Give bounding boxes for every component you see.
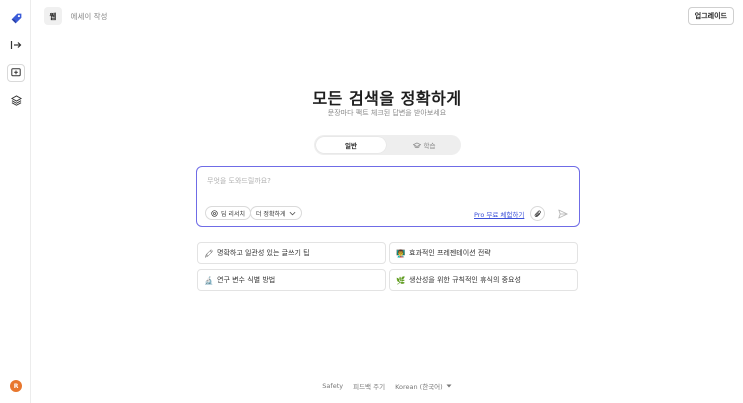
search-input[interactable]	[207, 177, 507, 185]
tab-essay[interactable]: 에세이 작성	[68, 7, 110, 25]
chevron-down-icon	[289, 211, 295, 215]
search-box: 딥 리서치 더 정확하게 Pro 무료 체험하기	[196, 166, 580, 227]
avatar[interactable]: R	[10, 380, 22, 392]
send-icon	[557, 209, 568, 218]
mode-switch: 일반 학습	[314, 135, 461, 155]
layers-icon[interactable]	[7, 91, 25, 109]
suggestion-label: 연구 변수 식별 방법	[217, 276, 276, 284]
avatar-letter: R	[13, 382, 19, 390]
mode-general-label: 일반	[345, 142, 357, 150]
mode-study-label: 학습	[423, 142, 436, 150]
caret-down-icon	[446, 384, 452, 388]
deep-research-icon	[211, 209, 218, 217]
send-button[interactable]	[555, 206, 570, 221]
precision-dropdown[interactable]: 더 정확하게	[250, 206, 302, 220]
mode-study[interactable]: 학습	[389, 137, 459, 153]
suggestion-productivity-rest[interactable]: 🌿 생산성을 위한 규칙적인 휴식의 중요성	[389, 269, 578, 291]
sidebar: R	[0, 0, 31, 403]
paperclip-icon	[534, 210, 541, 217]
teacher-icon: 👨‍🏫	[396, 248, 406, 258]
safety-link[interactable]: Safety	[322, 381, 343, 391]
tab-essay-label: 에세이 작성	[70, 11, 108, 21]
tab-web-label: 웹	[49, 11, 57, 21]
language-label: Korean (한국어)	[395, 383, 443, 391]
suggestion-research-variables[interactable]: 🔬 연구 변수 식별 방법	[197, 269, 386, 291]
deep-research-label: 딥 리서치	[221, 210, 245, 218]
language-select[interactable]: Korean (한국어)	[395, 381, 452, 391]
rocket-logo-icon[interactable]	[7, 9, 25, 27]
tab-web[interactable]: 웹	[44, 7, 62, 25]
suggestion-label: 생산성을 위한 규칙적인 휴식의 중요성	[409, 276, 521, 284]
page-title: 모든 검색을 정확하게	[312, 89, 462, 108]
footer: Safety 피드백 주기 Korean (한국어)	[31, 381, 743, 391]
top-bar: 웹 에세이 작성 업그레이드	[31, 0, 743, 32]
deep-research-button[interactable]: 딥 리서치	[205, 206, 251, 220]
crayon-icon: 🖍	[204, 248, 214, 258]
suggestion-presentation[interactable]: 👨‍🏫 효과적인 프레젠테이션 전략	[389, 242, 578, 264]
upgrade-label: 업그레이드	[694, 12, 727, 20]
pro-trial-link[interactable]: Pro 무료 체험하기	[474, 209, 524, 219]
suggestion-label: 효과적인 프레젠테이션 전략	[409, 249, 491, 257]
suggestion-writing-tips[interactable]: 🖍 명확하고 일관성 있는 글쓰기 팁	[197, 242, 386, 264]
page-subtitle: 문장마다 팩트 체크된 답변을 받아보세요	[327, 109, 447, 117]
new-chat-icon[interactable]	[7, 64, 25, 82]
microscope-icon: 🔬	[204, 275, 214, 285]
herb-icon: 🌿	[396, 275, 406, 285]
upgrade-button[interactable]: 업그레이드	[687, 7, 734, 25]
suggestion-label: 명확하고 일관성 있는 글쓰기 팁	[217, 249, 310, 257]
expand-sidebar-icon[interactable]	[7, 36, 25, 54]
graduation-cap-icon	[412, 142, 421, 148]
attach-button[interactable]	[530, 206, 545, 221]
precision-label: 더 정확하게	[256, 210, 286, 218]
feedback-link[interactable]: 피드백 주기	[353, 381, 385, 391]
mode-general[interactable]: 일반	[316, 137, 386, 153]
